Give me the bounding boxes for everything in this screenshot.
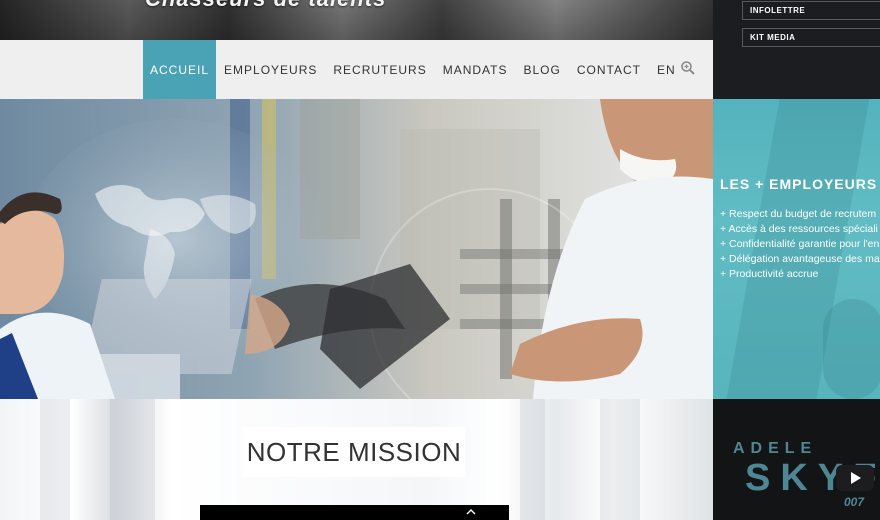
promo-benefit-list: + Respect du budget de recrutem + Accès …: [720, 207, 880, 282]
nav-item-language[interactable]: EN: [649, 40, 684, 99]
mission-bg-streak: [520, 399, 545, 520]
hero-image: [0, 99, 713, 399]
mission-video-bar: [200, 505, 509, 520]
nav-item-blog[interactable]: BLOG: [516, 40, 569, 99]
mission-bg-streak: [600, 399, 640, 520]
top-banner: Chasseurs de talents: [0, 0, 713, 40]
mission-bg-streak: [40, 399, 70, 520]
chevron-up-icon[interactable]: [466, 509, 476, 515]
play-icon-glyph: [851, 472, 861, 484]
nav-item-contact[interactable]: CONTACT: [569, 40, 649, 99]
promo-bg-figure: [823, 299, 880, 399]
promo-title: LES + EMPLOYEURS: [720, 176, 878, 192]
mission-title-box: NOTRE MISSION: [243, 427, 465, 477]
play-icon[interactable]: [836, 465, 874, 491]
promo-benefit-item: + Productivité accrue: [720, 268, 819, 280]
main-navbar: ACCUEIL EMPLOYEURS RECRUTEURS MANDATS BL…: [0, 40, 713, 99]
promo-benefit-item: + Confidentialité garantie pour l'en: [720, 238, 880, 250]
nav-list: ACCUEIL EMPLOYEURS RECRUTEURS MANDATS BL…: [143, 40, 684, 99]
nav-item-mandats[interactable]: MANDATS: [435, 40, 516, 99]
mission-section: NOTRE MISSION: [0, 399, 713, 520]
employers-promo: LES + EMPLOYEURS + Respect du budget de …: [713, 99, 880, 399]
promo-benefit-item: + Délégation avantageuse des ma: [720, 253, 880, 265]
mission-bg-streak: [110, 399, 155, 520]
site-tagline: Chasseurs de talents: [145, 0, 386, 12]
video-title-line3: 007: [844, 495, 865, 509]
mission-title: NOTRE MISSION: [246, 436, 462, 467]
sidebar-link-kit-media[interactable]: KIT MEDIA: [742, 28, 880, 47]
sidebar-link-infolettre[interactable]: INFOLETTRE: [742, 1, 880, 20]
promo-benefit-item: + Respect du budget de recrutem: [720, 208, 877, 220]
nav-item-recruteurs[interactable]: RECRUTEURS: [325, 40, 434, 99]
video-thumbnail[interactable]: ADELE SKYF 007: [713, 399, 880, 520]
hero-illustration: [0, 99, 713, 399]
search-icon[interactable]: [680, 60, 696, 76]
nav-item-employeurs[interactable]: EMPLOYEURS: [216, 40, 325, 99]
video-title-line1: ADELE: [733, 440, 818, 457]
promo-benefit-item: + Accès à des ressources spéciali: [720, 223, 878, 235]
nav-item-accueil[interactable]: ACCUEIL: [143, 40, 217, 99]
